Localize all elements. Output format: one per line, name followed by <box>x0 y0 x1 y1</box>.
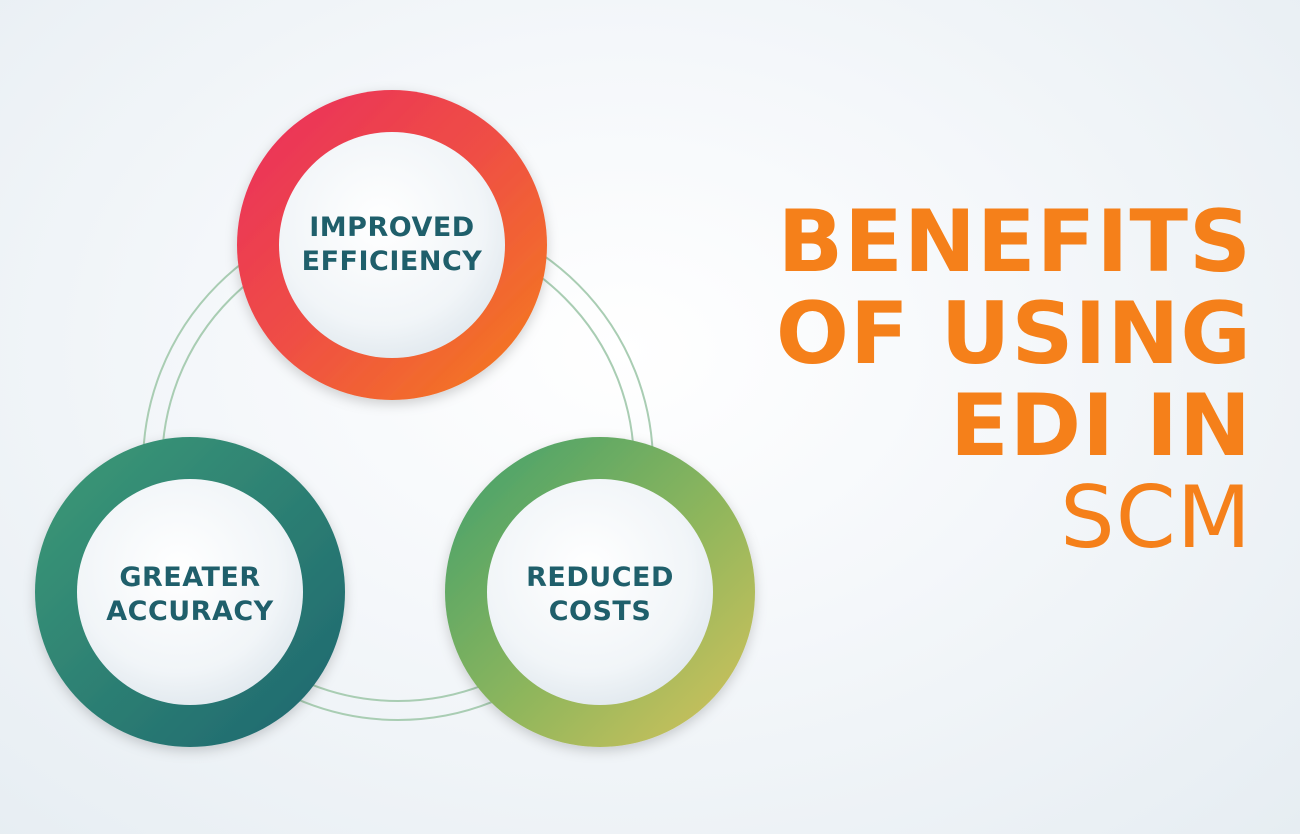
headline-line-1: BENEFITS <box>777 192 1252 292</box>
headline-line-2: OF USING <box>775 284 1252 384</box>
headline-line-4: SCM <box>1060 468 1252 568</box>
node-label-left-line1: GREATER <box>119 562 260 593</box>
node-label-left-line2: ACCURACY <box>106 596 274 627</box>
node-improved-efficiency <box>237 90 547 400</box>
node-label-top-line1: IMPROVED <box>309 212 474 243</box>
node-label-right-line1: REDUCED <box>526 562 674 593</box>
headline-line-3: EDI IN <box>949 376 1252 476</box>
node-inner-top <box>279 132 505 358</box>
node-label-right-line2: COSTS <box>549 596 652 627</box>
node-label-top-line2: EFFICIENCY <box>302 246 483 277</box>
headline: BENEFITS OF USING EDI IN SCM <box>692 196 1252 564</box>
